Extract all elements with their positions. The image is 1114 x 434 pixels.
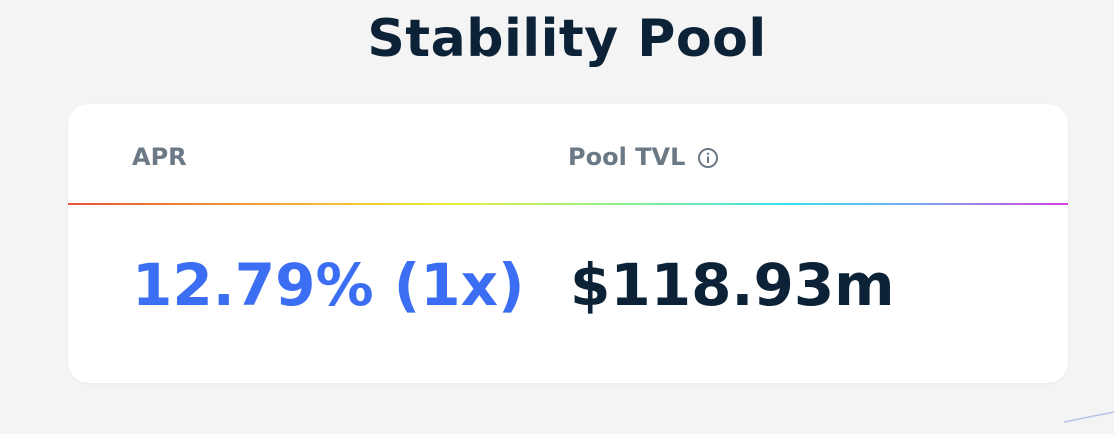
page-title: Stability Pool bbox=[367, 9, 767, 69]
apr-label: APR bbox=[132, 142, 187, 172]
decorative-line bbox=[1064, 411, 1114, 423]
pool-tvl-label-text: Pool TVL bbox=[568, 143, 686, 171]
stability-pool-stats-card: APR Pool TVL 12.79% (1x) $118.93m bbox=[68, 104, 1068, 383]
gradient-divider bbox=[68, 203, 1068, 205]
info-icon[interactable] bbox=[697, 146, 719, 168]
apr-label-text: APR bbox=[132, 143, 187, 171]
apr-value: 12.79% (1x) bbox=[132, 251, 525, 319]
pool-tvl-label: Pool TVL bbox=[568, 142, 719, 172]
pool-tvl-value: $118.93m bbox=[570, 251, 895, 319]
